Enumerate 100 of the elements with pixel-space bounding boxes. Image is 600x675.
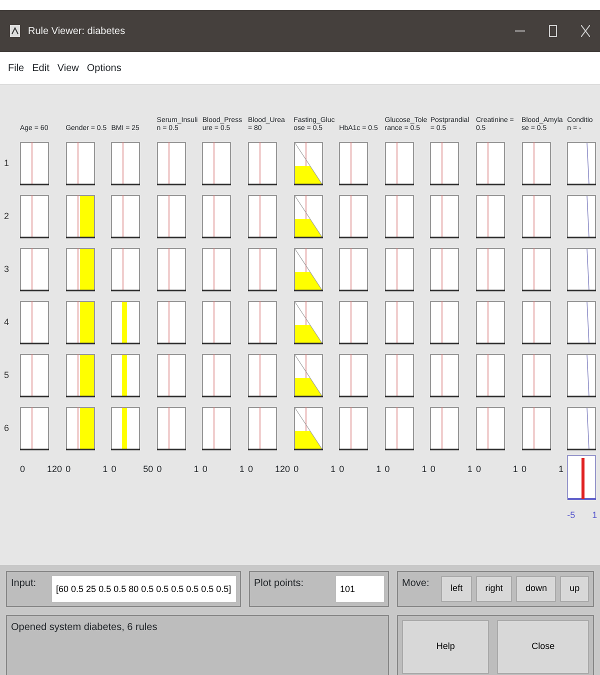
membership-plot [202,142,232,186]
membership-plot [339,354,370,398]
membership-plot [156,300,187,344]
move-button[interactable]: down [516,576,556,602]
membership-plot [20,406,50,450]
membership-plot [430,406,460,450]
dialog-button[interactable]: Help [402,620,490,674]
membership-plot [430,248,460,292]
membership-plot [111,248,142,292]
axis-label: 1 [422,463,427,476]
output-plot [567,354,598,398]
membership-plot [248,194,278,238]
membership-plot [111,300,142,344]
output-plot [567,194,598,238]
axis-label: 0 [294,463,299,476]
membership-plot [111,354,142,398]
axis-label: 0 [202,463,208,476]
membership-plot [66,354,96,398]
membership-plot [384,406,415,450]
axis-label: 1 [102,463,108,476]
axis-label: 0 [20,463,26,476]
axis-label: 0 [384,463,390,476]
membership-plot [384,194,415,238]
menu-item[interactable]: File [8,60,24,76]
membership-plot [384,300,415,344]
axis-label: 1 [376,463,382,476]
menu-item[interactable]: View [57,60,79,76]
field-label: Move: [402,577,430,591]
membership-plot [111,194,142,238]
membership-plot [522,406,552,450]
membership-plot [202,248,232,292]
membership-plot [430,142,460,186]
input-field[interactable]: [60 0.5 25 0.5 0.5 80 0.5 0.5 0.5 0.5 0.5 0.5] [52,576,236,602]
membership-plot [522,248,552,292]
membership-plot [20,194,50,238]
rule-number: 1 [4,156,10,170]
app-icon [10,25,20,37]
membership-plot [294,194,324,238]
membership-plot [156,354,187,398]
move-button[interactable]: up [560,576,589,602]
axis-label: 0 [66,463,71,476]
output-plot [567,300,598,344]
membership-plot [430,354,460,398]
membership-plot [476,406,506,450]
membership-plot [522,300,552,344]
maximize-icon[interactable] [549,25,557,37]
axis-label: 1 [467,463,472,476]
membership-plot [66,142,96,186]
output-plot [567,406,598,450]
membership-plot [384,354,415,398]
dialog-button[interactable]: Close [497,620,589,674]
membership-plot [156,142,187,186]
axis-label: -5 [567,509,576,522]
membership-plot [20,248,50,292]
membership-plot [294,354,324,398]
membership-plot [339,406,370,450]
move-button[interactable]: right [476,576,512,602]
membership-plot [66,406,96,450]
membership-plot [339,300,370,344]
membership-plot [156,406,187,450]
axis-label: 0 [339,463,344,476]
membership-plot [248,300,278,344]
axis-label: 1 [239,463,244,476]
membership-plot [430,300,460,344]
menu-item[interactable]: Options [86,60,122,76]
rule-number: 3 [4,262,10,276]
rule-number: 5 [4,368,10,382]
membership-plot [522,354,552,398]
menu-item[interactable]: Edit [32,60,50,76]
output-plot [567,142,598,186]
status-text: Opened system diabetes, 6 rules [11,622,158,633]
rule-number: 4 [4,316,10,329]
plot-points-field[interactable]: 101 [336,576,384,602]
close-icon[interactable] [581,25,590,37]
membership-plot [294,248,324,292]
membership-plot [248,354,278,398]
axis-label: 120 [46,463,62,476]
rule-number: 6 [4,422,10,435]
membership-plot [20,300,50,344]
axis-label: 50 [143,463,154,476]
membership-plot [430,194,460,238]
axis-label: 0 [476,463,481,476]
move-button[interactable]: left [441,576,472,602]
membership-plot [476,248,506,292]
axis-label: 120 [274,463,290,476]
axis-label: 0 [522,463,527,476]
membership-plot [66,300,96,344]
field-label: Input: [11,577,36,591]
axis-label: 1 [558,463,564,476]
membership-plot [20,354,50,398]
membership-plot [294,300,324,344]
membership-plot [476,354,506,398]
membership-plot [522,142,552,186]
membership-plot [66,248,96,292]
axis-label: 1 [194,463,199,476]
output-plot [567,248,598,292]
field-label: Plot points: [254,577,304,591]
membership-plot [339,142,370,186]
rule-number: 2 [4,210,10,223]
axis-label: 1 [512,463,518,476]
